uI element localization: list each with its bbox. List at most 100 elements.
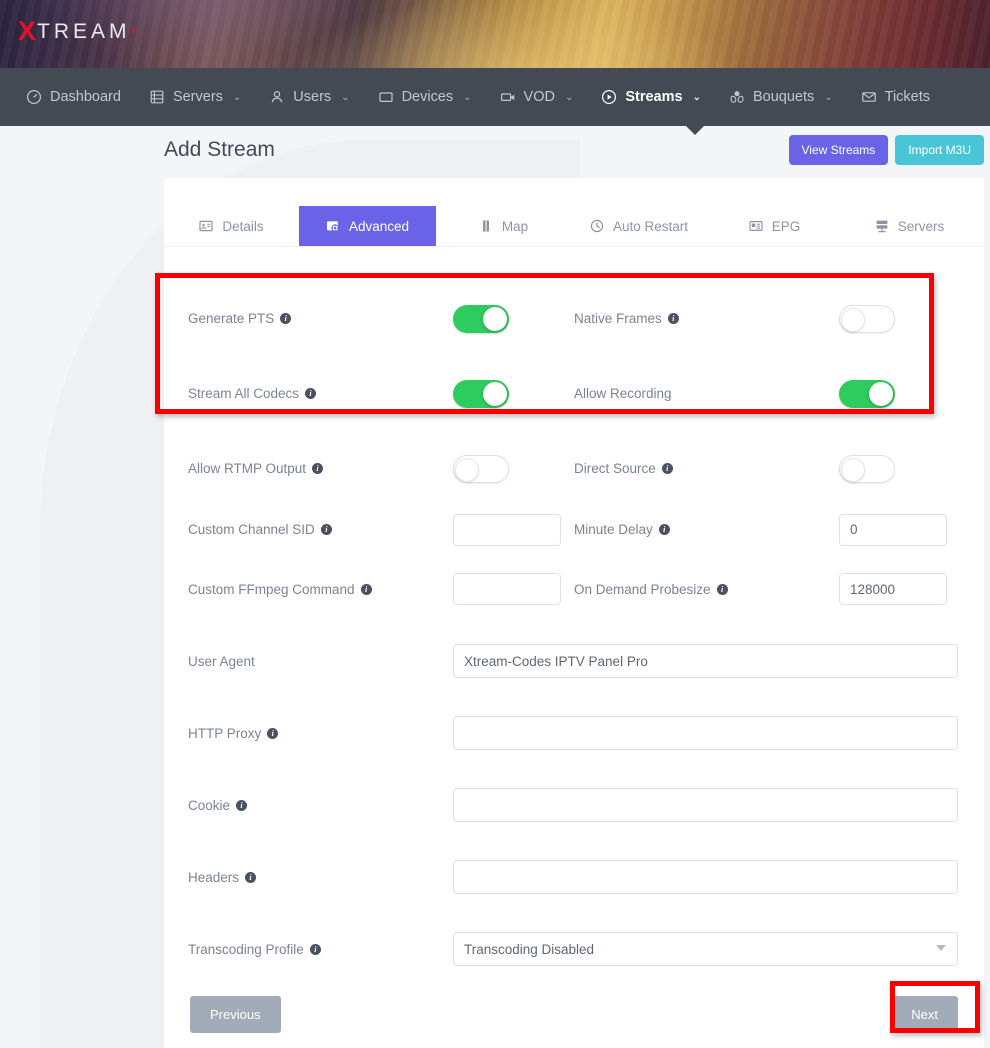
view-streams-button[interactable]: View Streams [789, 135, 889, 165]
field-allow-rtmp-output: Allow RTMP Output i [188, 455, 574, 483]
label-on-demand-probesize: On Demand Probesize i [574, 582, 839, 597]
envelope-icon [861, 89, 877, 105]
toggle-native-frames[interactable] [839, 305, 895, 333]
device-icon [378, 89, 394, 105]
tab-label-details: Details [222, 219, 263, 234]
label-text: Custom FFmpeg Command [188, 582, 355, 597]
nav-item-devices[interactable]: Devices ⌄ [364, 68, 486, 126]
toggle-generate-pts[interactable] [453, 305, 509, 333]
info-icon[interactable]: i [236, 800, 247, 811]
label-text: Custom Channel SID [188, 522, 315, 537]
info-icon[interactable]: i [717, 584, 728, 595]
tab-servers[interactable]: Servers [842, 206, 977, 246]
id-card-icon [199, 219, 213, 233]
label-http-proxy: HTTP Proxy i [188, 726, 453, 741]
cookie-input[interactable] [453, 788, 958, 822]
user-icon [269, 89, 285, 105]
form-footer: Previous Next [188, 985, 960, 1043]
field-custom-ffmpeg-command: Custom FFmpeg Command i [188, 573, 574, 605]
next-button[interactable]: Next [891, 996, 958, 1033]
label-transcoding-profile: Transcoding Profile i [188, 942, 453, 957]
nav-item-vod[interactable]: VOD ⌄ [486, 68, 588, 126]
info-icon[interactable]: i [245, 872, 256, 883]
label-text: Stream All Codecs [188, 386, 299, 401]
nav-item-streams[interactable]: Streams ⌄ [587, 68, 715, 126]
form-row-user-agent: User Agent [188, 625, 960, 697]
form-row-headers: Headers i [188, 841, 960, 913]
http-proxy-input[interactable] [453, 716, 958, 750]
form-row-cookie: Cookie i [188, 769, 960, 841]
label-text: Native Frames [574, 311, 662, 326]
tab-map[interactable]: Map [436, 206, 571, 246]
nav-item-users[interactable]: Users ⌄ [255, 68, 363, 126]
info-icon[interactable]: i [321, 524, 332, 535]
form-row-rtmp-direct: Allow RTMP Output i Direct Source i [188, 431, 960, 506]
toggle-knob [841, 458, 865, 482]
label-cookie: Cookie i [188, 798, 453, 813]
label-custom-channel-sid: Custom Channel SID i [188, 522, 453, 537]
logo-trademark-icon: ® [131, 27, 137, 36]
form-row-pts-frames: Generate PTS i Native Frames i [188, 281, 960, 356]
chevron-down-icon[interactable] [936, 945, 946, 951]
nav-item-servers[interactable]: Servers ⌄ [135, 68, 255, 126]
server-list-icon [149, 89, 165, 105]
field-allow-recording: Allow Recording [574, 380, 960, 408]
headers-input[interactable] [453, 860, 958, 894]
field-stream-all-codecs: Stream All Codecs i [188, 380, 574, 408]
user-agent-input[interactable] [453, 644, 958, 678]
label-text: Cookie [188, 798, 230, 813]
top-banner: XTREAM® [0, 0, 990, 68]
page-header: Add Stream View Streams Import M3U [164, 128, 984, 172]
advanced-settings-form: Generate PTS i Native Frames i [164, 247, 984, 1043]
label-allow-recording: Allow Recording [574, 386, 839, 401]
toggle-allow-rtmp-output[interactable] [453, 455, 509, 483]
tab-label-servers: Servers [898, 219, 945, 234]
label-text: Direct Source [574, 461, 656, 476]
toggle-stream-all-codecs[interactable] [453, 380, 509, 408]
import-m3u-button[interactable]: Import M3U [895, 135, 984, 165]
label-text: On Demand Probesize [574, 582, 711, 597]
logo-x-mark: X [18, 18, 36, 45]
header-actions: View Streams Import M3U [789, 135, 985, 165]
custom-ffmpeg-command-input[interactable] [453, 573, 561, 605]
tab-advanced[interactable]: Advanced [299, 206, 436, 246]
info-icon[interactable]: i [361, 584, 372, 595]
custom-channel-sid-input[interactable] [453, 514, 561, 546]
minute-delay-input[interactable] [839, 514, 947, 546]
label-minute-delay: Minute Delay i [574, 522, 839, 537]
info-icon[interactable]: i [310, 944, 321, 955]
info-icon[interactable]: i [659, 524, 670, 535]
info-icon[interactable]: i [668, 313, 679, 324]
info-icon[interactable]: i [280, 313, 291, 324]
info-icon[interactable]: i [305, 388, 316, 399]
label-text: Allow Recording [574, 386, 672, 401]
label-native-frames: Native Frames i [574, 311, 839, 326]
tab-epg[interactable]: EPG [707, 206, 842, 246]
toggle-allow-recording[interactable] [839, 380, 895, 408]
transcoding-profile-select[interactable] [453, 932, 958, 966]
field-direct-source: Direct Source i [574, 455, 960, 483]
label-text: Transcoding Profile [188, 942, 304, 957]
logo-wordmark: TREAM [37, 18, 131, 45]
nav-item-bouquets[interactable]: Bouquets ⌄ [715, 68, 847, 126]
epg-card-icon [749, 219, 763, 233]
nav-item-dashboard[interactable]: Dashboard [12, 68, 135, 126]
tab-label-auto-restart: Auto Restart [613, 219, 688, 234]
on-demand-probesize-input[interactable] [839, 573, 947, 605]
toggle-direct-source[interactable] [839, 455, 895, 483]
tab-details[interactable]: Details [164, 206, 299, 246]
nav-label-tickets: Tickets [885, 89, 930, 105]
field-on-demand-probesize: On Demand Probesize i [574, 573, 960, 605]
page-title: Add Stream [164, 138, 275, 162]
previous-button[interactable]: Previous [190, 996, 281, 1033]
form-row-http-proxy: HTTP Proxy i [188, 697, 960, 769]
info-icon[interactable]: i [267, 728, 278, 739]
info-icon[interactable]: i [662, 463, 673, 474]
video-icon [500, 89, 516, 105]
brand-logo[interactable]: XTREAM® [18, 18, 136, 45]
tab-auto-restart[interactable]: Auto Restart [571, 206, 707, 246]
info-icon[interactable]: i [312, 463, 323, 474]
form-row-ffmpeg-probesize: Custom FFmpeg Command i On Demand Probes… [188, 553, 960, 625]
tab-bar: Details Advanced Map Auto Restart EPG Se [164, 206, 984, 247]
nav-item-tickets[interactable]: Tickets [847, 68, 944, 126]
